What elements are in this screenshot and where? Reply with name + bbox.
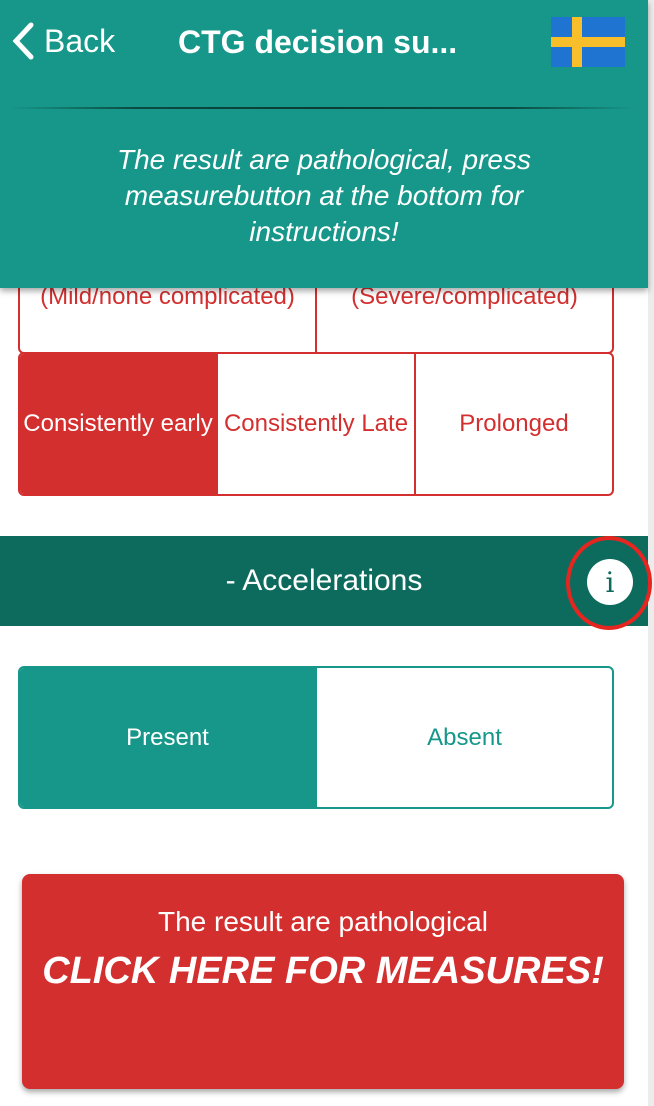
accelerations-row: Present Absent xyxy=(18,666,614,809)
measures-subtitle: The result are pathological xyxy=(158,906,488,937)
back-label: Back xyxy=(44,22,116,59)
option-present[interactable]: Present xyxy=(20,668,315,807)
option-absent[interactable]: Absent xyxy=(315,668,612,807)
sweden-flag-icon[interactable] xyxy=(551,17,625,67)
accelerations-header[interactable]: - Accelerations xyxy=(0,536,648,626)
page-title: CTG decision su... xyxy=(178,24,458,60)
scrollbar[interactable] xyxy=(648,0,654,1106)
option-consistently-late[interactable]: Consistently Late xyxy=(216,354,414,494)
deceleration-type-row: Consistently early Consistently Late Pro… xyxy=(18,352,614,496)
option-consistently-early[interactable]: Consistently early xyxy=(20,354,216,494)
chevron-left-icon xyxy=(12,22,34,60)
section-title: - Accelerations xyxy=(225,564,423,597)
measures-label: CLICK HERE FOR MEASURES! xyxy=(42,950,604,992)
measures-button[interactable]: The result are pathological CLICK HERE F… xyxy=(22,874,624,1089)
back-button[interactable]: Back xyxy=(12,22,115,60)
divider xyxy=(10,107,635,109)
highlight-circle xyxy=(566,536,652,630)
result-message: The result are pathological, press measu… xyxy=(117,144,531,247)
option-prolonged[interactable]: Prolonged xyxy=(414,354,612,494)
header: Back CTG decision su... The result are p… xyxy=(0,0,648,288)
